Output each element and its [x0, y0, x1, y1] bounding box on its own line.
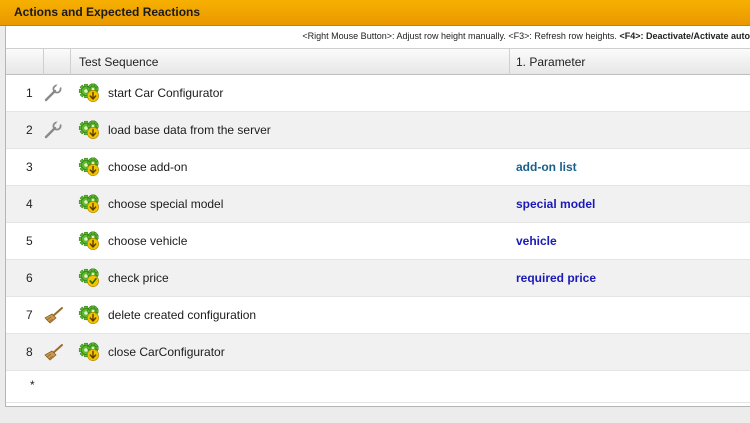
table-row[interactable]: 7 delete created configuration [6, 297, 750, 334]
broom-icon [44, 344, 63, 361]
wrench-icon [44, 84, 62, 102]
table-row[interactable]: 3 choose add-on add-on list [6, 149, 750, 186]
new-row[interactable]: * [6, 371, 750, 403]
table-row[interactable]: 1 start Car Configurator [6, 75, 750, 112]
row-number: 8 [26, 345, 33, 359]
gear-down-icon[interactable] [78, 194, 102, 214]
sequence-text: start Car Configurator [108, 86, 224, 100]
table-row[interactable]: 5 choose vehicle vehicle [6, 223, 750, 260]
parameter-value[interactable]: special model [516, 186, 595, 222]
parameter-value[interactable]: vehicle [516, 223, 557, 259]
row-number: 2 [26, 123, 33, 137]
row-number: 1 [26, 86, 33, 100]
sequence-text: check price [108, 271, 169, 285]
sequence-text: delete created configuration [108, 308, 257, 322]
row-number: 7 [26, 308, 33, 322]
table-header: Test Sequence 1. Parameter [6, 48, 750, 75]
header-parameter-1[interactable]: 1. Parameter [510, 49, 750, 75]
gear-check-icon[interactable] [78, 268, 102, 288]
table-row[interactable]: 6 check price required price [6, 260, 750, 297]
wrench-icon [44, 121, 62, 139]
gear-down-icon[interactable] [78, 231, 102, 251]
table-row[interactable]: 2 load base data from the server [6, 112, 750, 149]
gear-down-icon[interactable] [78, 305, 102, 325]
row-number: 3 [26, 160, 33, 174]
table-body: 1 start Car Configurator 2 load base dat… [6, 75, 750, 403]
header-icon[interactable] [44, 49, 71, 75]
sequence-text: choose special model [108, 197, 224, 211]
row-number: 4 [26, 197, 33, 211]
sequence-text: close CarConfigurator [108, 345, 225, 359]
gear-down-icon[interactable] [78, 120, 102, 140]
broom-icon [44, 307, 63, 324]
header-test-sequence[interactable]: Test Sequence [71, 49, 510, 75]
parameter-value[interactable]: required price [516, 260, 596, 296]
actions-panel: <Right Mouse Button>: Adjust row height … [5, 26, 750, 407]
hint-text: <Right Mouse Button>: Adjust row height … [302, 31, 617, 41]
keyboard-hint: <Right Mouse Button>: Adjust row height … [6, 26, 750, 46]
sequence-text: choose vehicle [108, 234, 188, 248]
panel-title: Actions and Expected Reactions [14, 5, 201, 19]
gear-down-icon[interactable] [78, 157, 102, 177]
parameter-value[interactable]: add-on list [516, 149, 577, 185]
sequence-text: choose add-on [108, 160, 188, 174]
new-row-marker: * [30, 378, 35, 392]
header-rownum[interactable] [6, 49, 44, 75]
gear-down-icon[interactable] [78, 342, 102, 362]
sequence-text: load base data from the server [108, 123, 271, 137]
panel-title-bar: Actions and Expected Reactions [0, 0, 750, 26]
table-row[interactable]: 4 choose special model special model [6, 186, 750, 223]
hint-bold-text: <F4>: Deactivate/Activate auto [619, 31, 750, 41]
row-number: 5 [26, 234, 33, 248]
gear-down-icon[interactable] [78, 83, 102, 103]
table-row[interactable]: 8 close CarConfigurator [6, 334, 750, 371]
row-number: 6 [26, 271, 33, 285]
